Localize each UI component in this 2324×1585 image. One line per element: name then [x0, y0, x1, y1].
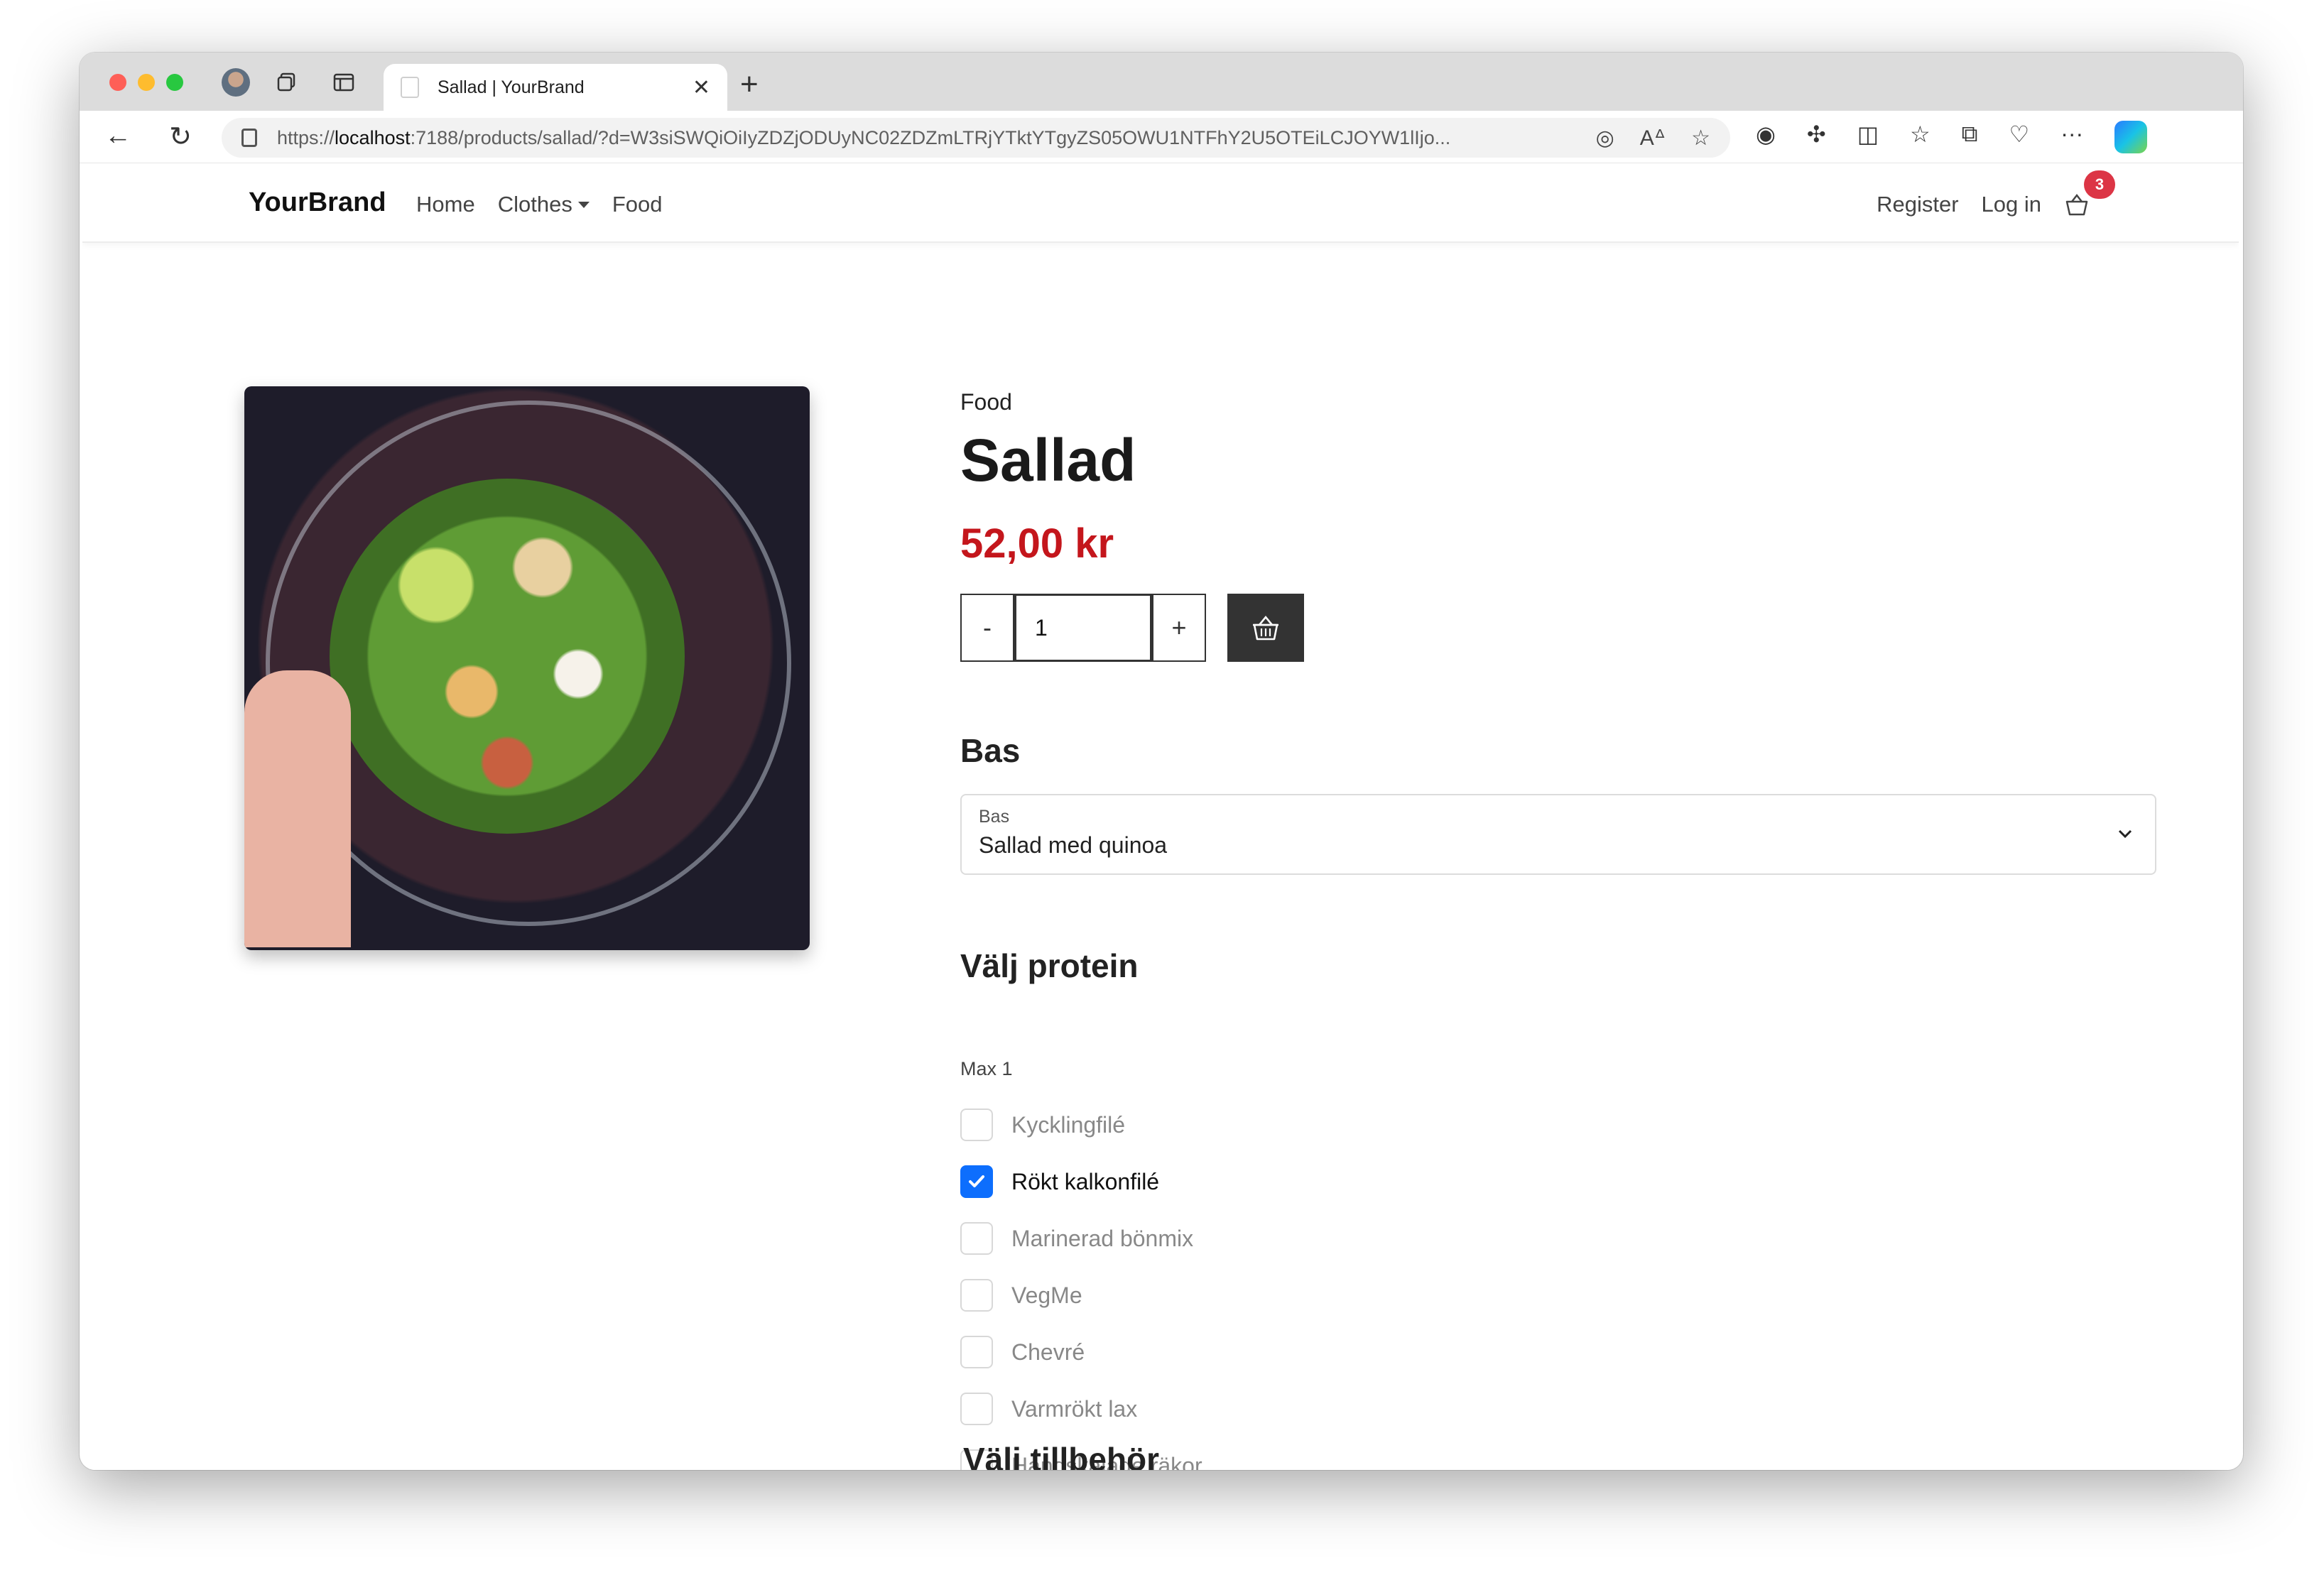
cart-button[interactable]: 3: [2064, 170, 2115, 217]
option-label: VegMe: [1011, 1282, 1082, 1308]
url-text[interactable]: https://localhost:7188/products/sallad/?…: [277, 127, 1582, 149]
cart-count-badge: 3: [2084, 170, 2115, 199]
tab-actions-icon[interactable]: [330, 68, 358, 97]
more-options-icon[interactable]: ···: [2060, 121, 2083, 153]
url-field[interactable]: https://localhost:7188/products/sallad/?…: [222, 118, 1730, 158]
product-title: Sallad: [960, 427, 1136, 494]
bas-select[interactable]: Bas Sallad med quinoa: [960, 794, 2156, 875]
favorite-star-icon[interactable]: ☆: [1691, 126, 1710, 151]
checkbox-checked[interactable]: [960, 1165, 993, 1198]
product-price: 52,00 kr: [960, 521, 1114, 567]
lock-icon[interactable]: [241, 129, 257, 147]
profile-avatar-icon[interactable]: [222, 68, 250, 97]
quantity-decrease-button[interactable]: -: [960, 594, 1014, 662]
checkbox[interactable]: [960, 1449, 993, 1470]
checkmark-icon: [969, 1175, 984, 1187]
caret-down-icon: [577, 201, 590, 208]
tab-title: Sallad | YourBrand: [438, 77, 585, 97]
maximize-window-button[interactable]: [166, 74, 183, 91]
address-bar: ← ↻ https://localhost:7188/products/sall…: [80, 111, 2243, 163]
bas-select-value: Sallad med quinoa: [979, 832, 1168, 858]
protein-option[interactable]: Kycklingfilé: [960, 1108, 1125, 1142]
extensions-icon[interactable]: ✣: [1807, 121, 1826, 153]
reload-icon[interactable]: ↻: [163, 121, 197, 153]
checkbox[interactable]: [960, 1393, 993, 1425]
copilot-icon[interactable]: [2114, 121, 2148, 153]
split-screen-icon[interactable]: ◫: [1857, 121, 1879, 153]
quantity-input[interactable]: [1014, 594, 1152, 662]
checkbox[interactable]: [960, 1336, 993, 1368]
brand-logo[interactable]: YourBrand: [249, 187, 386, 218]
nav-food[interactable]: Food: [612, 192, 663, 217]
option-label: Varmrökt lax: [1011, 1395, 1138, 1422]
site-navbar: YourBrand Home Clothes Food Register Log…: [82, 163, 2239, 243]
protein-max-note: Max 1: [960, 1058, 1013, 1079]
tab-bar: Sallad | YourBrand ✕ +: [80, 53, 2243, 111]
checkbox[interactable]: [960, 1279, 993, 1312]
protein-option[interactable]: Rökt kalkonfilé: [960, 1165, 1159, 1199]
collections-icon[interactable]: ⧉: [1962, 121, 1978, 153]
browser-window: Sallad | YourBrand ✕ + ← ↻ https://local…: [80, 53, 2243, 1470]
location-icon[interactable]: ◎: [1596, 126, 1614, 151]
product-image: [244, 386, 810, 950]
product-category[interactable]: Food: [960, 389, 1012, 415]
bas-select-label: Bas: [979, 807, 1010, 827]
password-icon[interactable]: ◉: [1756, 121, 1776, 153]
checkbox[interactable]: [960, 1109, 993, 1141]
basket-icon: [1253, 615, 1278, 641]
browser-essentials-icon[interactable]: ♡: [2009, 121, 2030, 153]
read-aloud-icon[interactable]: Aᐞ: [1640, 126, 1666, 151]
basket-icon: [2065, 193, 2088, 216]
protein-option[interactable]: Varmrökt lax: [960, 1392, 1137, 1426]
protein-option[interactable]: Chevré: [960, 1335, 1085, 1369]
option-label: Chevré: [1011, 1339, 1085, 1365]
protein-option[interactable]: Marinerad bönmix: [960, 1221, 1193, 1256]
chevron-down-icon: [2118, 829, 2132, 839]
close-tab-icon[interactable]: ✕: [693, 75, 710, 100]
favorites-icon[interactable]: ☆: [1910, 121, 1931, 153]
option-label: Handskalade räkor: [1011, 1452, 1202, 1471]
quantity-stepper: - +: [960, 594, 1206, 662]
protein-heading: Välj protein: [960, 947, 1139, 984]
new-tab-icon[interactable]: +: [740, 67, 759, 102]
nav-home[interactable]: Home: [416, 192, 475, 217]
register-link[interactable]: Register: [1877, 192, 1958, 217]
add-to-cart-button[interactable]: [1227, 594, 1304, 662]
close-window-button[interactable]: [109, 74, 126, 91]
protein-option[interactable]: VegMe: [960, 1278, 1082, 1312]
protein-option[interactable]: Handskalade räkor: [960, 1449, 1202, 1470]
bas-heading: Bas: [960, 732, 1021, 769]
checkbox[interactable]: [960, 1222, 993, 1255]
option-label: Marinerad bönmix: [1011, 1225, 1194, 1251]
login-link[interactable]: Log in: [1982, 192, 2041, 217]
workspaces-icon[interactable]: [273, 68, 301, 97]
minimize-window-button[interactable]: [138, 74, 155, 91]
back-icon[interactable]: ←: [101, 121, 135, 151]
option-label: Rökt kalkonfilé: [1011, 1168, 1160, 1194]
page-favicon-icon: [401, 77, 419, 98]
nav-clothes[interactable]: Clothes: [498, 192, 590, 217]
page-content: YourBrand Home Clothes Food Register Log…: [82, 163, 2239, 1470]
tab-active[interactable]: Sallad | YourBrand ✕: [384, 64, 727, 111]
option-label: Kycklingfilé: [1011, 1111, 1126, 1138]
quantity-increase-button[interactable]: +: [1152, 594, 1206, 662]
